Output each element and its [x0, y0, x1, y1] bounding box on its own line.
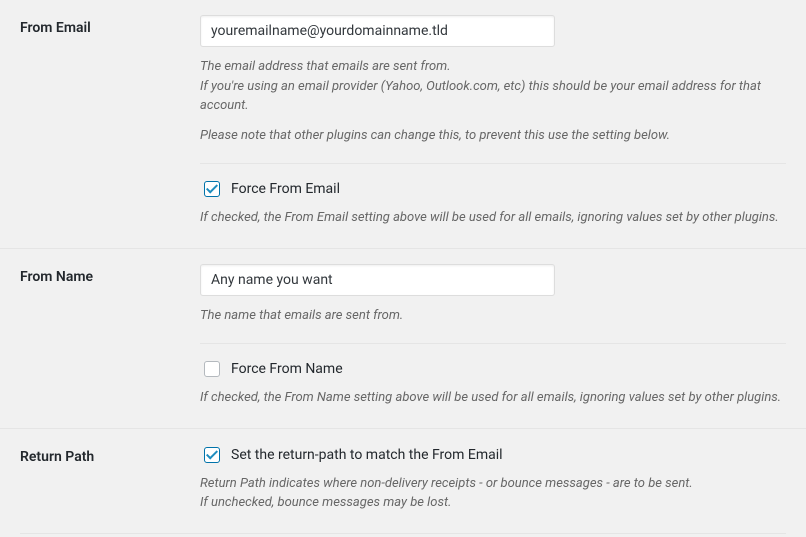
- return-path-desc-2: If unchecked, bounce messages may be los…: [200, 495, 451, 510]
- from-name-desc: The name that emails are sent from.: [200, 306, 786, 326]
- force-from-name-checkbox[interactable]: [204, 361, 220, 377]
- from-name-input[interactable]: [200, 264, 555, 296]
- separator: [20, 533, 786, 534]
- smtp-settings-table: From Email The email address that emails…: [0, 0, 806, 533]
- force-from-email-desc: If checked, the From Email setting above…: [200, 208, 786, 228]
- from-email-desc-1: The email address that emails are sent f…: [200, 59, 451, 74]
- row-return-path: Return Path Set the return-path to match…: [0, 428, 806, 533]
- label-return-path: Return Path: [0, 428, 200, 533]
- row-from-name: From Name The name that emails are sent …: [0, 248, 806, 428]
- force-from-name-label[interactable]: Force From Name: [231, 361, 343, 377]
- return-path-desc-1: Return Path indicates where non-delivery…: [200, 476, 693, 491]
- return-path-check-label[interactable]: Set the return-path to match the From Em…: [231, 447, 503, 463]
- from-email-desc-3: Please note that other plugins can chang…: [200, 126, 786, 146]
- from-email-desc-2: If you're using an email provider (Yahoo…: [200, 79, 761, 114]
- force-from-name-desc: If checked, the From Name setting above …: [200, 388, 786, 408]
- force-from-email-row: Force From Email: [200, 178, 786, 200]
- label-from-name: From Name: [0, 248, 200, 428]
- separator: [200, 163, 786, 164]
- from-email-input[interactable]: [200, 15, 555, 47]
- row-from-email: From Email The email address that emails…: [0, 0, 806, 248]
- return-path-checkbox[interactable]: [204, 447, 220, 463]
- label-from-email: From Email: [0, 0, 200, 248]
- force-from-email-checkbox[interactable]: [204, 181, 220, 197]
- force-from-name-row: Force From Name: [200, 358, 786, 380]
- separator: [200, 343, 786, 344]
- return-path-row: Set the return-path to match the From Em…: [200, 444, 786, 466]
- force-from-email-label[interactable]: Force From Email: [231, 181, 340, 197]
